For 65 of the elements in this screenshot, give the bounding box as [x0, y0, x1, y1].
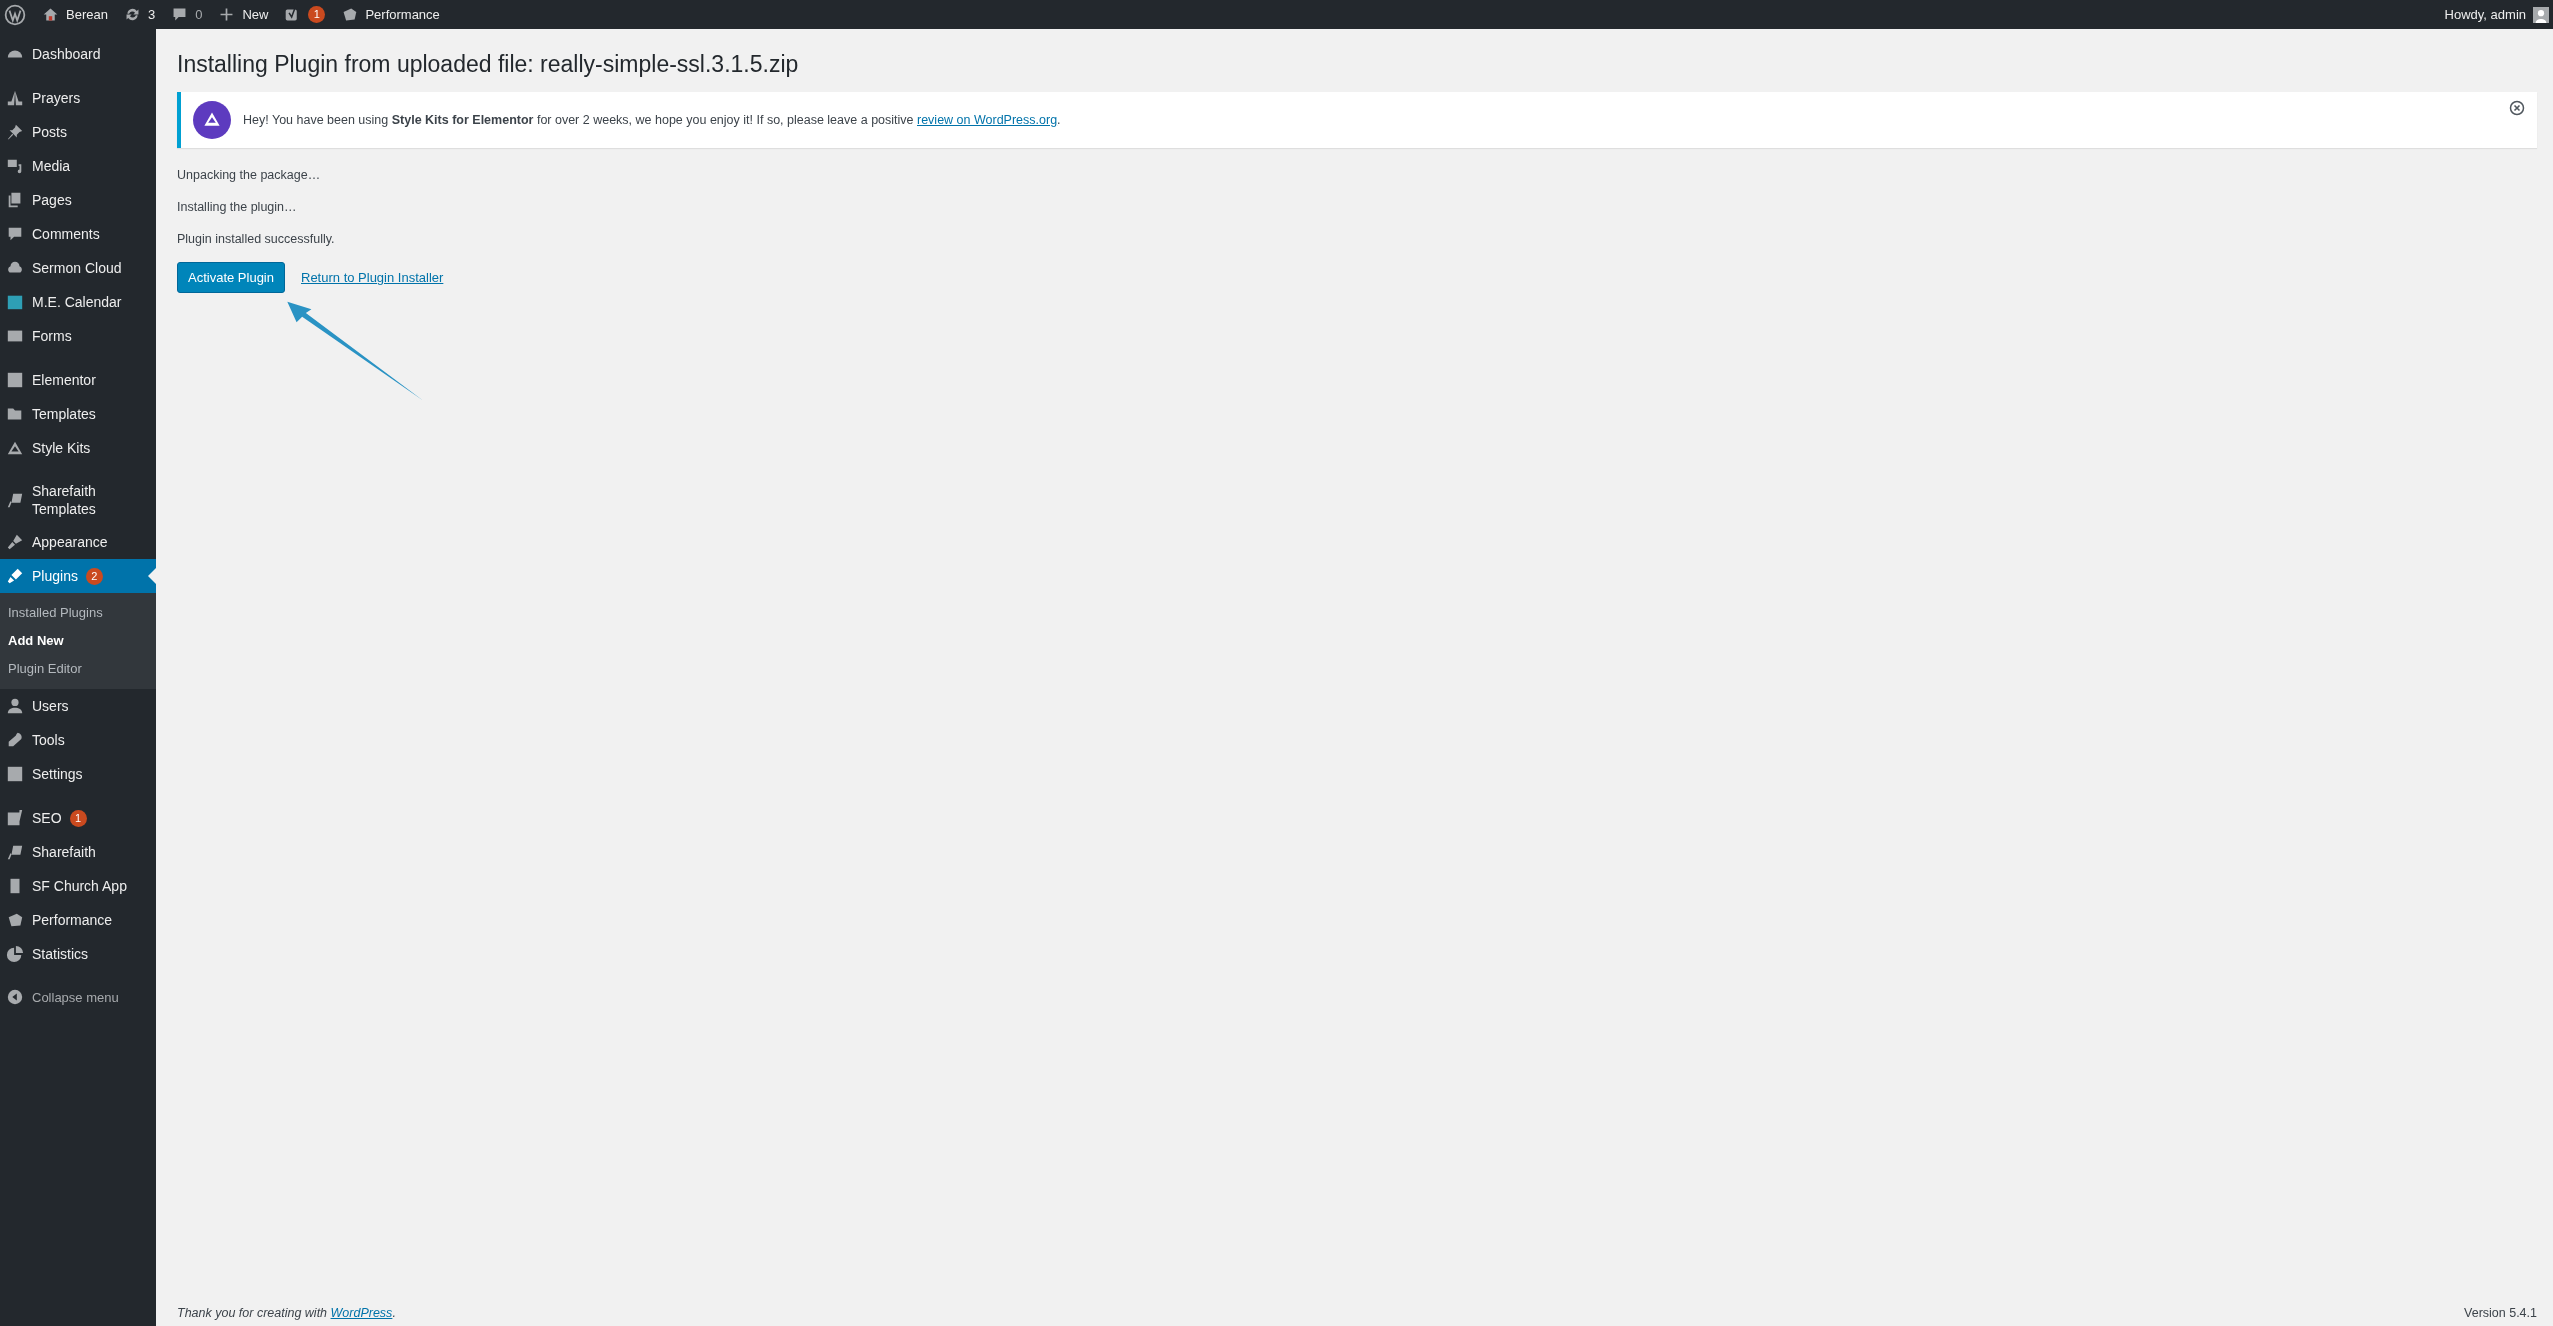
menu-item[interactable]: Plugins 2 — [0, 559, 156, 593]
wordpress-logo-icon[interactable] — [4, 3, 26, 26]
menu-item[interactable]: Statistics — [0, 937, 156, 971]
updates-link[interactable]: 3 — [123, 0, 156, 29]
home-icon — [42, 6, 59, 23]
menu-item[interactable]: Prayers — [0, 81, 156, 115]
flag-icon — [6, 491, 24, 509]
activate-plugin-button[interactable]: Activate Plugin — [177, 262, 285, 293]
left-arrow-circle-icon — [6, 988, 24, 1006]
menu-item[interactable]: Sharefaith Templates — [0, 475, 156, 525]
comments-link[interactable]: 0 — [171, 0, 203, 29]
account-menu[interactable]: Howdy, admin — [2444, 0, 2549, 29]
brush-icon — [6, 533, 24, 551]
site-name-link[interactable]: Berean — [42, 0, 108, 29]
menu-item[interactable]: Appearance — [0, 525, 156, 559]
menu-item[interactable]: Forms — [0, 319, 156, 353]
menu-item[interactable]: Users — [0, 689, 156, 723]
plug-icon — [6, 567, 24, 585]
notice-text: Hey! You have been using Style Kits for Elementor for over 2 weeks, we hope you enjoy it! If so, please leave a positive review on WordPress.org. — [243, 113, 1062, 127]
notification-count: 1 — [69, 809, 87, 827]
menu-item[interactable]: Media — [0, 149, 156, 183]
seo-menu[interactable]: 1 — [284, 0, 326, 29]
status-message: Plugin installed successfully. — [177, 234, 336, 244]
pin-icon — [6, 123, 24, 141]
menu-item[interactable]: M.E. Calendar — [0, 285, 156, 319]
status-message: Installing the plugin… — [177, 202, 298, 212]
footer-text: Thank you for creating with WordPress. — [177, 1306, 396, 1320]
avatar-icon — [2533, 6, 2549, 23]
menu-item[interactable]: Dashboard — [0, 37, 156, 71]
collapse-menu-button[interactable]: Collapse menu — [0, 981, 156, 1013]
submenu-item[interactable]: Add New — [0, 627, 156, 655]
page-title: Installing Plugin from uploaded file: really-simple-ssl.3.1.5.zip — [177, 51, 800, 78]
performance-link[interactable]: Performance — [341, 0, 440, 29]
menu-item[interactable]: Performance — [0, 903, 156, 937]
triangle-logo-icon — [193, 101, 231, 139]
box-icon — [341, 6, 359, 23]
menu-item[interactable]: Style Kits — [0, 431, 156, 465]
hands-icon — [6, 89, 24, 107]
version-text: Version 5.4.1 — [2464, 1306, 2537, 1320]
menu-item[interactable]: SF Church App — [0, 869, 156, 903]
close-icon[interactable] — [2509, 100, 2525, 116]
pie-chart-icon — [6, 945, 24, 963]
return-link[interactable]: Return to Plugin Installer — [301, 270, 444, 285]
notification-count: 2 — [85, 567, 103, 585]
wrench-icon — [6, 731, 24, 749]
menu-item[interactable]: Comments — [0, 217, 156, 251]
media-icon — [6, 157, 24, 175]
menu-item[interactable]: Pages — [0, 183, 156, 217]
menu-item[interactable]: Elementor — [0, 363, 156, 397]
box-icon — [6, 911, 24, 929]
menu-item[interactable]: Sermon Cloud — [0, 251, 156, 285]
notification-count: 1 — [308, 6, 326, 23]
menu-item[interactable]: Sharefaith — [0, 835, 156, 869]
menu-item[interactable]: SEO 1 — [0, 801, 156, 835]
submenu-item[interactable]: Installed Plugins — [0, 599, 156, 627]
new-link[interactable]: New — [218, 0, 269, 29]
status-message: Unpacking the package… — [177, 170, 322, 180]
submenu-item[interactable]: Plugin Editor — [0, 655, 156, 683]
menu-item[interactable]: Posts — [0, 115, 156, 149]
user-icon — [6, 697, 24, 715]
calendar-icon — [6, 293, 24, 311]
flag-icon — [6, 843, 24, 861]
menu-item[interactable]: Tools — [0, 723, 156, 757]
menu-item[interactable]: Settings — [0, 757, 156, 791]
menu-item[interactable]: Templates — [0, 397, 156, 431]
